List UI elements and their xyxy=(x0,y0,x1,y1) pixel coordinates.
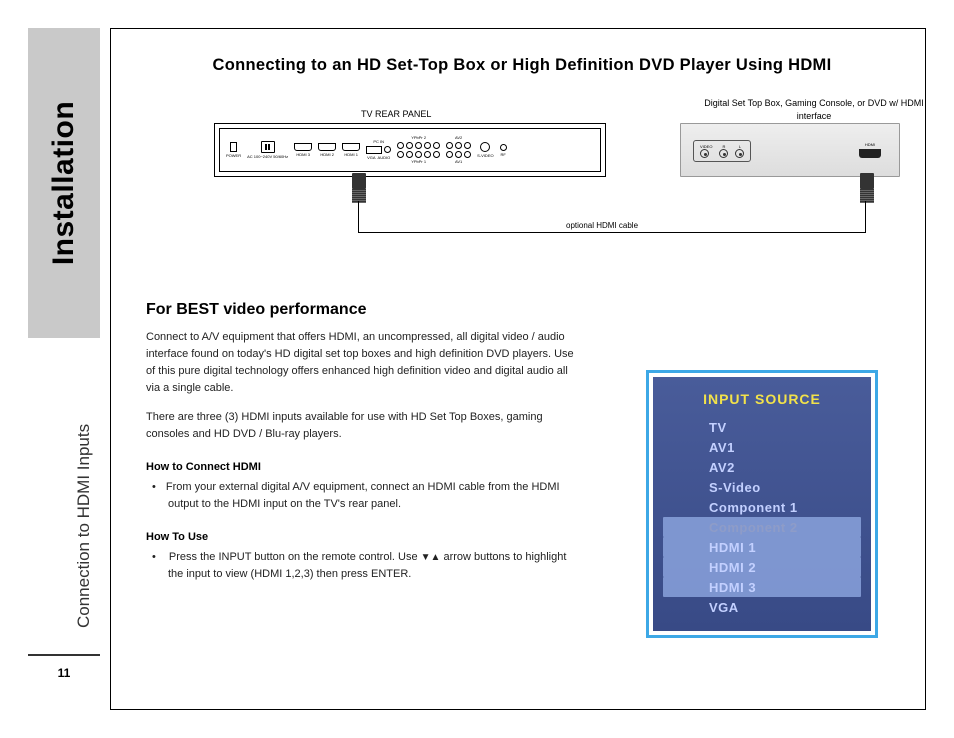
svideo-port-icon xyxy=(480,142,490,152)
ypbpr1-label: YPbPr 1 xyxy=(411,160,426,164)
how-to-use-text-pre: Press the INPUT button on the remote con… xyxy=(169,551,421,563)
stb-audio-l-port-icon xyxy=(735,149,744,158)
osd-item-hdmi2: HDMI 2 xyxy=(663,557,861,577)
hdmi2-label: HDMI 2 xyxy=(320,153,334,157)
section-subtitle: Connection to HDMI Inputs xyxy=(74,424,94,628)
osd-item-hdmi3: HDMI 3 xyxy=(663,577,861,597)
ac-inlet-label: AC 100~240V 50/60Hz xyxy=(247,155,288,159)
page-number: 11 xyxy=(28,654,100,682)
hdmi1-port-icon xyxy=(342,143,360,151)
vga-label: VGA xyxy=(367,156,375,160)
how-to-connect-bullet: From your external digital A/V equipment… xyxy=(146,479,576,513)
how-to-use-bullet: Press the INPUT button on the remote con… xyxy=(146,549,576,583)
av2-label: AV2 xyxy=(455,136,462,140)
best-video-heading: For BEST video performance xyxy=(146,301,898,319)
audio-label: AUDIO xyxy=(378,156,391,160)
stb-video-label: VIDEO xyxy=(700,144,712,149)
svideo-label: S-VIDEO xyxy=(477,154,493,158)
hdmi3-label: HDMI 3 xyxy=(296,153,310,157)
paragraph-1: Connect to A/V equipment that offers HDM… xyxy=(146,329,576,397)
hdmi2-port-icon xyxy=(318,143,336,151)
vga-port-icon xyxy=(366,146,382,154)
content-area: Connecting to an HD Set-Top Box or High … xyxy=(110,28,926,710)
osd-item-component1: Component 1 xyxy=(653,497,871,517)
osd-item-av2: AV2 xyxy=(653,457,871,477)
hdmi3-port-icon xyxy=(294,143,312,151)
pc-in-label: PC IN xyxy=(373,140,384,144)
pc-audio-port-icon xyxy=(384,146,391,153)
av1-label: AV1 xyxy=(455,160,462,164)
connection-diagram: TV REAR PANEL Digital Set Top Box, Gamin… xyxy=(146,109,898,279)
ypbpr2-label: YPbPr 2 xyxy=(411,136,426,140)
osd-input-source-menu: INPUT SOURCE TV AV1 AV2 S-Video Componen… xyxy=(646,370,878,638)
stb-hdmi-port-icon xyxy=(859,149,881,158)
osd-item-hdmi1: HDMI 1 xyxy=(663,537,861,557)
stb-audio-r-port-icon xyxy=(719,149,728,158)
hdmi-connector-stb-icon xyxy=(860,173,874,203)
chapter-title: Installation xyxy=(47,101,81,265)
rf-port-icon xyxy=(500,144,507,151)
tv-panel-label: TV REAR PANEL xyxy=(361,109,431,119)
arrow-icons: ▼▲ xyxy=(421,552,441,563)
osd-item-vga: VGA xyxy=(653,597,871,617)
chapter-tab: Installation xyxy=(28,28,100,338)
sidebar: Installation Connection to HDMI Inputs 1… xyxy=(28,28,100,682)
osd-item-component2: Component 2 xyxy=(663,517,861,537)
osd-item-svideo: S-Video xyxy=(653,477,871,497)
osd-item-av1: AV1 xyxy=(653,437,871,457)
stb-label: Digital Set Top Box, Gaming Console, or … xyxy=(694,97,934,122)
osd-title: INPUT SOURCE xyxy=(653,391,871,407)
hdmi1-label: HDMI 1 xyxy=(344,153,358,157)
set-top-box-panel: VIDEO R L HDMI xyxy=(680,123,900,177)
stb-hdmi-label: HDMI xyxy=(865,142,875,147)
power-switch-label: POWER xyxy=(226,154,241,158)
tv-rear-panel: POWER AC 100~240V 50/60Hz HDMI 3 HDMI 2 … xyxy=(214,123,606,177)
stb-video-port-icon xyxy=(700,149,709,158)
osd-item-tv: TV xyxy=(653,417,871,437)
rf-label: RF xyxy=(500,153,505,157)
paragraph-2: There are three (3) HDMI inputs availabl… xyxy=(146,409,576,443)
page-title: Connecting to an HD Set-Top Box or High … xyxy=(146,56,898,75)
hdmi-connector-tv-icon xyxy=(352,173,366,203)
cable-label: optional HDMI cable xyxy=(562,221,642,230)
